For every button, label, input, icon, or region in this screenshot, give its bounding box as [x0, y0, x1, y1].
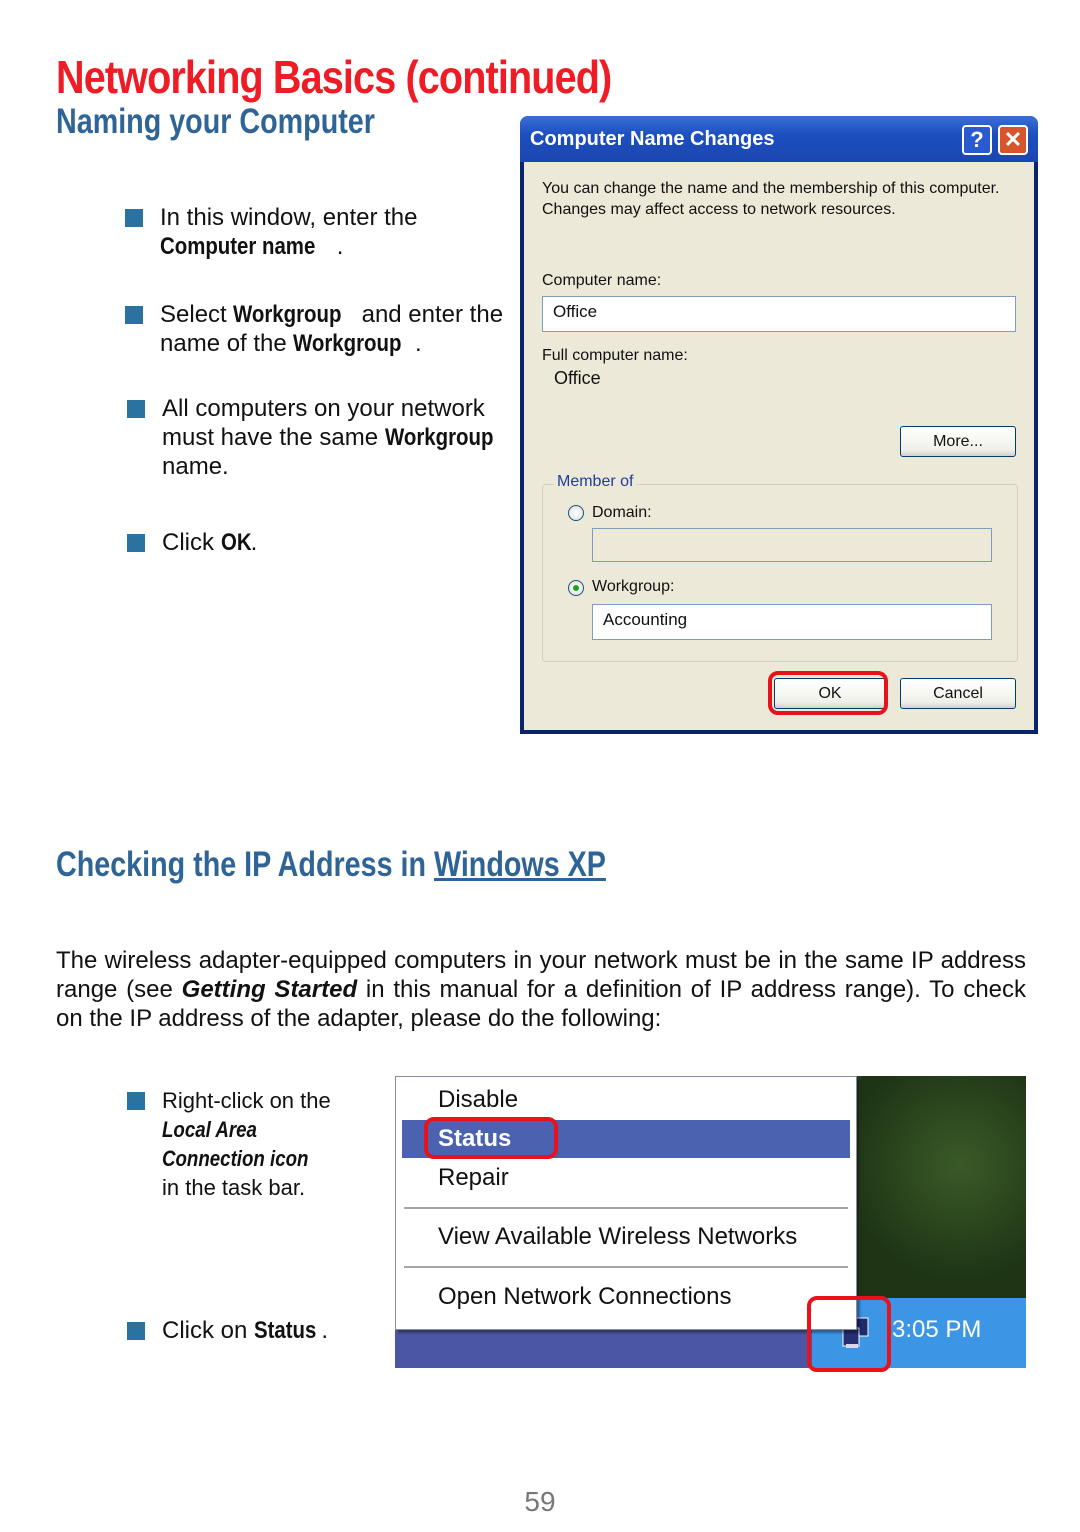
instruction-bullet: Click OK.: [127, 528, 492, 557]
instruction-bullet: Select Workgroup and enter the name of t…: [125, 300, 520, 358]
help-icon[interactable]: ?: [962, 125, 992, 155]
dialog-title: Computer Name Changes: [530, 128, 775, 150]
bullet-square-icon: [127, 534, 145, 552]
menu-separator: [404, 1207, 848, 1209]
ok-callout-highlight: [768, 671, 888, 715]
menu-item-open-network-connections[interactable]: Open Network Connections: [402, 1278, 850, 1316]
bullet-square-icon: [127, 400, 145, 418]
workgroup-input[interactable]: Accounting: [592, 604, 992, 640]
computer-name-changes-dialog: Computer Name Changes ? ✕ You can change…: [520, 116, 1038, 734]
context-menu: Disable Status Repair View Available Wir…: [395, 1076, 857, 1330]
close-icon[interactable]: ✕: [998, 125, 1028, 155]
menu-item-disable[interactable]: Disable: [402, 1081, 850, 1119]
computer-name-label: Computer name:: [542, 272, 662, 289]
more-button[interactable]: More...: [900, 426, 1016, 457]
instruction-bullet: Right-click on the Local Area Connection…: [127, 1086, 387, 1202]
workgroup-label: Workgroup:: [592, 578, 675, 595]
dialog-body: You can change the name and the membersh…: [524, 162, 1034, 730]
full-computer-name-value: Office: [554, 368, 601, 388]
desktop-screenshot: 3:05 PM Disable Status Repair View Avail…: [395, 1076, 1026, 1372]
section-title-ip-address: Checking the IP Address in Windows XP: [56, 845, 606, 884]
menu-item-repair[interactable]: Repair: [402, 1159, 850, 1197]
page-title: Networking Basics (continued): [56, 51, 612, 103]
windows-xp-link[interactable]: Windows XP: [434, 845, 606, 884]
menu-item-view-wireless-networks[interactable]: View Available Wireless Networks: [402, 1218, 850, 1256]
radio-selected-dot: [573, 585, 579, 591]
tray-icon-callout-highlight: [807, 1296, 891, 1372]
full-computer-name-label: Full computer name:: [542, 347, 688, 364]
domain-input[interactable]: [592, 528, 992, 562]
dialog-description: You can change the name and the membersh…: [542, 180, 1000, 218]
getting-started-ref: Getting Started: [181, 976, 358, 1003]
page-number: 59: [524, 1486, 556, 1517]
bullet-square-icon: [125, 209, 143, 227]
bullet-square-icon: [127, 1092, 145, 1110]
bullet-square-icon: [125, 306, 143, 324]
intro-paragraph: The wireless adapter-equipped computers …: [56, 947, 1027, 1032]
instruction-bullet: Click on Status.: [127, 1316, 387, 1345]
dialog-titlebar: Computer Name Changes ? ✕: [520, 116, 1038, 162]
domain-radio[interactable]: [568, 505, 584, 521]
menu-separator: [404, 1266, 848, 1268]
cancel-button[interactable]: Cancel: [900, 678, 1016, 709]
member-of-label: Member of: [554, 473, 637, 491]
instruction-bullet: All computers on your network must have …: [127, 394, 522, 481]
section-title-naming: Naming your Computer: [56, 102, 375, 141]
computer-name-input[interactable]: Office: [542, 296, 1016, 332]
domain-label: Domain:: [592, 504, 652, 521]
desktop-wallpaper: [861, 1076, 1026, 1298]
instruction-bullet: In this window, enter the Computer name.: [125, 203, 490, 261]
workgroup-radio[interactable]: [568, 580, 584, 596]
taskbar-clock: 3:05 PM: [892, 1316, 982, 1343]
bullet-square-icon: [127, 1322, 145, 1340]
status-callout-highlight: [424, 1117, 558, 1159]
